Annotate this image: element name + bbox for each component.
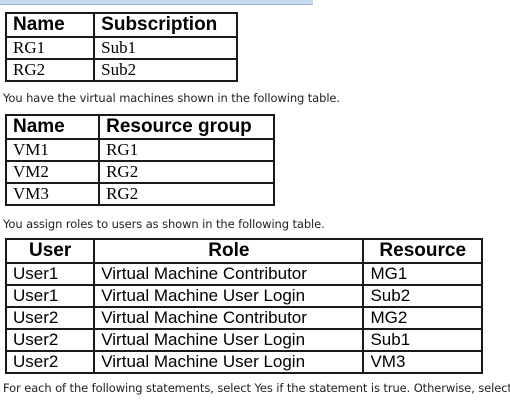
table-header-row: Name Resource group bbox=[4, 114, 275, 140]
column-header: User bbox=[4, 238, 96, 264]
role-assignments-table: User Role Resource User1 Virtual Machine… bbox=[4, 238, 483, 374]
table-cell: Virtual Machine Contributor bbox=[93, 262, 365, 286]
table-row: User1 Virtual Machine User Login Sub2 bbox=[4, 284, 483, 308]
table-cell: RG2 bbox=[98, 160, 275, 184]
table-cell: Sub2 bbox=[362, 284, 483, 308]
column-header: Name bbox=[4, 114, 101, 140]
table-cell: Sub1 bbox=[362, 328, 483, 352]
table-cell: Sub2 bbox=[93, 58, 238, 82]
table-row: RG1 Sub1 bbox=[4, 36, 238, 60]
table-row: VM3 RG2 bbox=[4, 182, 275, 206]
table-cell: MG1 bbox=[362, 262, 483, 286]
table-cell: Virtual Machine User Login bbox=[93, 350, 365, 374]
table-row: User1 Virtual Machine Contributor MG1 bbox=[4, 262, 483, 286]
table-header-row: Name Subscription bbox=[4, 12, 238, 38]
column-header: Resource group bbox=[98, 114, 275, 140]
table-header-row: User Role Resource bbox=[4, 238, 483, 264]
table-cell: Virtual Machine Contributor bbox=[93, 306, 365, 330]
table-row: User2 Virtual Machine User Login Sub1 bbox=[4, 328, 483, 352]
table-cell: MG2 bbox=[362, 306, 483, 330]
table-row: User2 Virtual Machine User Login VM3 bbox=[4, 350, 483, 374]
table-cell: VM1 bbox=[4, 138, 101, 162]
table-cell: User2 bbox=[4, 306, 96, 330]
column-header: Resource bbox=[362, 238, 483, 264]
table-cell: User1 bbox=[4, 284, 96, 308]
vms-intro-text: You have the virtual machines shown in t… bbox=[3, 91, 340, 105]
table-row: VM2 RG2 bbox=[4, 160, 275, 184]
table-cell: User2 bbox=[4, 328, 96, 352]
table-cell: RG2 bbox=[4, 58, 96, 82]
table-cell: VM3 bbox=[362, 350, 483, 374]
resource-group-subscription-table: Name Subscription RG1 Sub1 RG2 Sub2 bbox=[4, 12, 238, 82]
table-cell: User1 bbox=[4, 262, 96, 286]
table-row: VM1 RG1 bbox=[4, 138, 275, 162]
table-row: RG2 Sub2 bbox=[4, 58, 238, 82]
column-header: Role bbox=[93, 238, 365, 264]
table-cell: RG1 bbox=[4, 36, 96, 60]
virtual-machines-table: Name Resource group VM1 RG1 VM2 RG2 VM3 … bbox=[4, 114, 275, 206]
table-cell: User2 bbox=[4, 350, 96, 374]
table-cell: RG2 bbox=[98, 182, 275, 206]
table-cell: VM3 bbox=[4, 182, 101, 206]
table-cell: Virtual Machine User Login bbox=[93, 328, 365, 352]
table-cell: Virtual Machine User Login bbox=[93, 284, 365, 308]
column-header: Name bbox=[4, 12, 96, 38]
table-cell: RG1 bbox=[98, 138, 275, 162]
table-cell: VM2 bbox=[4, 160, 101, 184]
instructions-text: For each of the following statements, se… bbox=[3, 381, 510, 395]
roles-intro-text: You assign roles to users as shown in th… bbox=[3, 217, 325, 231]
selection-highlight bbox=[0, 0, 313, 5]
column-header: Subscription bbox=[93, 12, 238, 38]
table-row: User2 Virtual Machine Contributor MG2 bbox=[4, 306, 483, 330]
table-cell: Sub1 bbox=[93, 36, 238, 60]
